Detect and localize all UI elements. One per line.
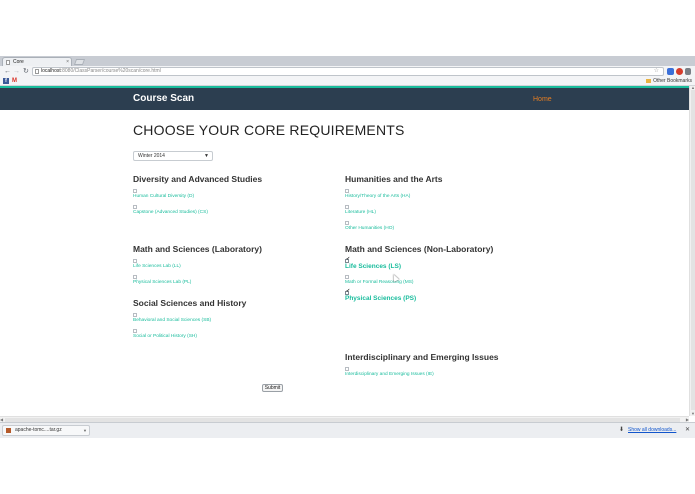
requirement-ie[interactable]: Interdisciplinary and Emerging Issues (I…	[345, 367, 545, 383]
tab-strip: Core ×	[0, 56, 695, 66]
check-icon: ✔	[346, 288, 351, 294]
chevron-down-icon: ▼	[204, 153, 209, 159]
requirement-ms[interactable]: Math or Formal Reasoning (MS)	[345, 275, 545, 291]
checkbox[interactable]	[345, 275, 349, 279]
requirement-ho[interactable]: Other Humanities (HO)	[345, 221, 545, 237]
star-icon[interactable]: ☆	[654, 68, 659, 75]
bookmarks-bar: f M Other Bookmarks	[0, 77, 695, 86]
requirement-label[interactable]: Capstone (Advanced Studies) (CS)	[133, 210, 208, 215]
url-host: localhost	[41, 68, 61, 74]
checkbox[interactable]	[345, 221, 349, 225]
section-social-sciences: Social Sciences and History Behavioral a…	[133, 298, 333, 345]
section-title: Math and Sciences (Non-Laboratory)	[345, 244, 494, 254]
requirement-sh[interactable]: Social or Political History (SH)	[133, 329, 333, 345]
requirement-label[interactable]: Physical Sciences (PS)	[345, 295, 416, 302]
checkbox[interactable]	[133, 205, 137, 209]
section-title: Interdisciplinary and Emerging Issues	[345, 352, 499, 362]
scrollbar-thumb[interactable]	[691, 90, 695, 410]
back-arrow-icon[interactable]: ←	[4, 68, 11, 75]
download-item[interactable]: apache-tomc....tar.gz ▼	[2, 425, 90, 436]
site-brand[interactable]: Course Scan	[133, 93, 194, 104]
page-title: CHOOSE YOUR CORE REQUIREMENTS	[133, 122, 405, 138]
submit-button[interactable]: Submit	[262, 384, 283, 392]
section-humanities: Humanities and the Arts History/Theory o…	[345, 174, 545, 237]
extension-icon[interactable]	[667, 68, 674, 75]
archive-file-icon	[6, 428, 11, 433]
checkbox[interactable]	[133, 259, 137, 263]
requirement-sb[interactable]: Behavioral and Social Sciences (SB)	[133, 313, 333, 329]
checkbox[interactable]	[345, 205, 349, 209]
browser-toolbar: ← → ↻ localhost:8080/ClassParser/course%…	[0, 66, 695, 77]
requirement-label[interactable]: Life Sciences (LS)	[345, 263, 401, 270]
browser-window: Core × ← → ↻ localhost:8080/ClassParser/…	[0, 56, 695, 438]
tab-title: Core	[13, 59, 24, 65]
scroll-down-icon[interactable]: ▼	[691, 412, 695, 416]
section-diversity: Diversity and Advanced Studies Human Cul…	[133, 174, 333, 221]
checkbox[interactable]	[133, 329, 137, 333]
requirement-ll[interactable]: Life Sciences Lab (LL)	[133, 259, 333, 275]
screen: Core × ← → ↻ localhost:8080/ClassParser/…	[0, 0, 695, 494]
requirement-ha[interactable]: History/Theory of the Arts (HA)	[345, 189, 545, 205]
tab-close-icon[interactable]: ×	[66, 58, 69, 66]
page-favicon-icon	[6, 60, 10, 65]
site-navbar: Course Scan Home	[0, 86, 695, 110]
section-title: Diversity and Advanced Studies	[133, 174, 263, 184]
requirement-pl[interactable]: Physical Sciences Lab (PL)	[133, 275, 333, 291]
requirement-label[interactable]: Math or Formal Reasoning (MS)	[345, 280, 414, 285]
show-all-downloads-link[interactable]: Show all downloads...	[628, 427, 676, 433]
facebook-icon[interactable]: f	[3, 78, 9, 84]
checkbox[interactable]	[133, 189, 137, 193]
adblock-icon[interactable]	[676, 68, 683, 75]
chevron-down-icon[interactable]: ▼	[83, 426, 87, 435]
checkbox[interactable]	[133, 275, 137, 279]
requirement-label[interactable]: Other Humanities (HO)	[345, 226, 394, 231]
reload-icon[interactable]: ↻	[23, 68, 29, 75]
checkbox[interactable]	[133, 313, 137, 317]
requirement-label[interactable]: Life Sciences Lab (LL)	[133, 264, 181, 269]
requirement-d[interactable]: Human Cultural Diversity (D)	[133, 189, 333, 205]
other-bookmarks[interactable]: Other Bookmarks	[646, 77, 692, 85]
requirement-ps[interactable]: ✔ Physical Sciences (PS)	[345, 288, 545, 307]
download-filename: apache-tomc....tar.gz	[15, 427, 62, 433]
term-select-value: Winter 2014	[138, 153, 165, 159]
requirement-label[interactable]: Human Cultural Diversity (D)	[133, 194, 194, 199]
requirement-cs[interactable]: Capstone (Advanced Studies) (CS)	[133, 205, 333, 221]
requirement-label[interactable]: Behavioral and Social Sciences (SB)	[133, 318, 211, 323]
home-link[interactable]: Home	[533, 96, 552, 103]
folder-icon	[646, 78, 652, 83]
requirement-label[interactable]: Social or Political History (SH)	[133, 334, 197, 339]
address-bar[interactable]: localhost:8080/ClassParser/course%20scan…	[32, 67, 664, 76]
section-math-lab: Math and Sciences (Laboratory) Life Scie…	[133, 244, 333, 291]
requirement-label[interactable]: History/Theory of the Arts (HA)	[345, 194, 410, 199]
download-bar: apache-tomc....tar.gz ▼ ⬇ Show all downl…	[0, 422, 695, 438]
menu-wrench-icon[interactable]	[685, 68, 691, 75]
checkbox[interactable]	[345, 367, 349, 371]
section-title: Social Sciences and History	[133, 298, 247, 308]
page-content: CHOOSE YOUR CORE REQUIREMENTS Winter 201…	[0, 110, 689, 416]
page-info-icon	[35, 69, 39, 74]
checkbox[interactable]	[345, 189, 349, 193]
requirement-ls[interactable]: ✔ Life Sciences (LS)	[345, 256, 545, 275]
new-tab-button[interactable]	[73, 59, 86, 65]
vertical-scrollbar[interactable]: ▲ ▼	[689, 86, 695, 416]
requirement-label[interactable]: Physical Sciences Lab (PL)	[133, 280, 191, 285]
check-icon: ✔	[346, 256, 351, 262]
url-path: :8080/ClassParser/course%20scan/core.htm…	[60, 68, 161, 74]
term-select[interactable]: Winter 2014 ▼	[133, 151, 213, 161]
requirement-hl[interactable]: Literature (HL)	[345, 205, 545, 221]
requirement-label[interactable]: Literature (HL)	[345, 210, 376, 215]
close-icon[interactable]: ✕	[685, 426, 690, 433]
browser-tab[interactable]: Core ×	[2, 57, 72, 66]
section-title: Math and Sciences (Laboratory)	[133, 244, 262, 254]
other-bookmarks-label: Other Bookmarks	[653, 78, 692, 84]
gmail-icon[interactable]: M	[12, 78, 18, 84]
forward-arrow-icon[interactable]: →	[13, 68, 20, 75]
section-math-nonlab: Math and Sciences (Non-Laboratory) ✔ Lif…	[345, 244, 545, 307]
download-arrow-icon: ⬇	[619, 427, 625, 433]
requirement-label[interactable]: Interdisciplinary and Emerging Issues (I…	[345, 372, 434, 377]
section-interdisciplinary: Interdisciplinary and Emerging Issues In…	[345, 352, 545, 383]
section-title: Humanities and the Arts	[345, 174, 443, 184]
